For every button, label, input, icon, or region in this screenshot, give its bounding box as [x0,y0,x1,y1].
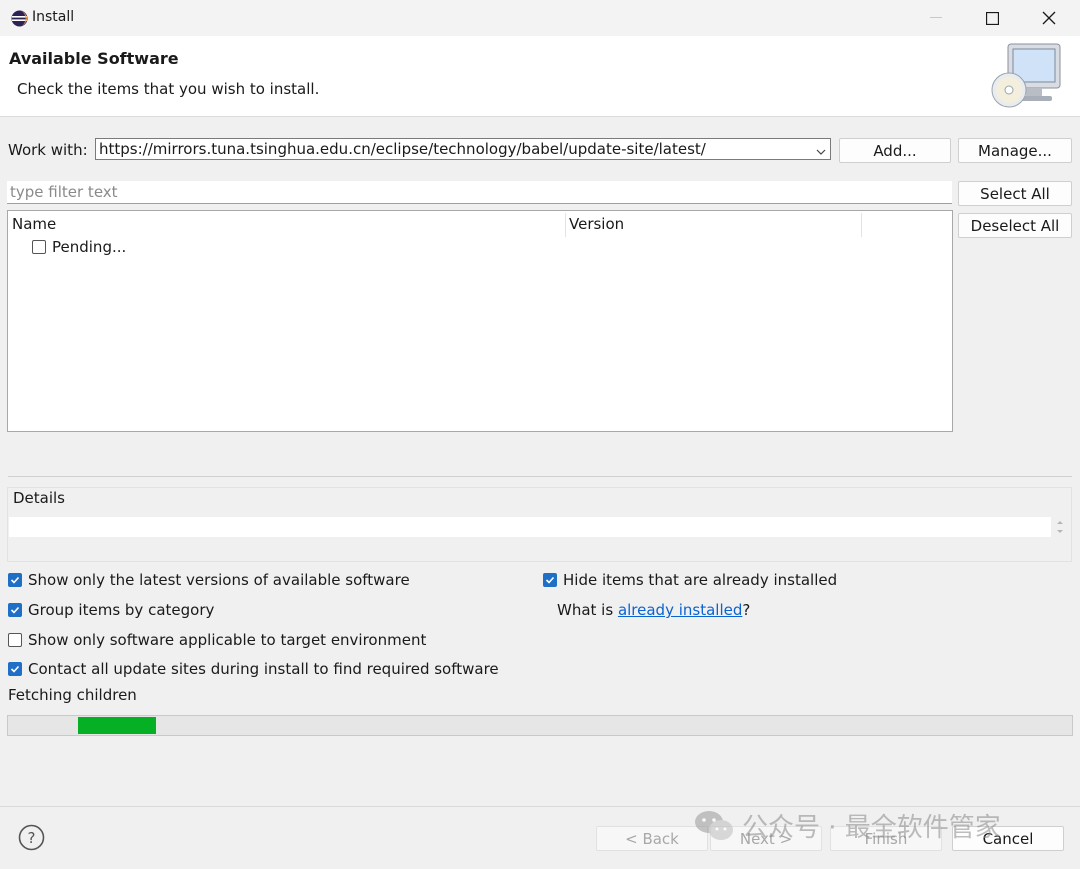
section-divider [8,476,1072,477]
what-is-prefix: What is [557,601,618,619]
target-environment-label: Show only software applicable to target … [28,631,427,649]
latest-versions-label: Show only the latest versions of availab… [28,571,410,589]
work-with-label: Work with: [8,141,88,159]
cancel-button[interactable]: Cancel [952,826,1064,851]
option-latest-versions[interactable]: Show only the latest versions of availab… [8,571,410,589]
add-site-button[interactable]: Add... [839,138,951,163]
help-icon[interactable]: ? [18,824,45,855]
footer-divider [0,806,1080,807]
checkmark-icon [10,665,20,673]
page-title: Available Software [9,49,179,68]
close-icon [1042,11,1056,25]
option-target-environment[interactable]: Show only software applicable to target … [8,631,426,649]
maximize-icon [985,11,999,25]
latest-versions-checkbox[interactable] [8,573,22,587]
option-hide-installed[interactable]: Hide items that are already installed [543,571,837,589]
eclipse-icon [11,10,28,31]
svg-text:?: ? [28,829,36,847]
checkmark-icon [545,576,555,584]
tree-item-label: Pending... [52,238,127,256]
filter-input[interactable] [7,181,952,203]
software-tree[interactable]: Name Version Pending... [7,210,953,432]
close-button[interactable] [1021,0,1077,36]
hide-installed-label: Hide items that are already installed [563,571,838,589]
work-with-combo[interactable]: https://mirrors.tuna.tsinghua.edu.cn/ecl… [95,138,831,160]
progress-fill [78,717,156,734]
details-scrollbar[interactable] [1056,519,1064,539]
column-header-version[interactable]: Version [569,215,624,233]
install-cd-icon [990,42,1062,112]
option-contact-sites[interactable]: Contact all update sites during install … [8,660,499,678]
status-text: Fetching children [8,686,137,704]
work-with-value: https://mirrors.tuna.tsinghua.edu.cn/ecl… [99,140,706,158]
manage-sites-button[interactable]: Manage... [958,138,1072,163]
what-is-suffix: ? [742,601,751,619]
what-is-installed-text: What is already installed? [557,601,750,619]
hide-installed-checkbox[interactable] [543,573,557,587]
already-installed-link[interactable]: already installed [618,601,742,619]
page-description: Check the items that you wish to install… [17,80,320,98]
deselect-all-button[interactable]: Deselect All [958,213,1072,238]
column-divider [565,213,566,237]
details-label: Details [13,489,66,507]
back-button[interactable]: < Back [596,826,708,851]
checkmark-icon [10,606,20,614]
select-all-button[interactable]: Select All [958,181,1072,206]
contact-sites-label: Contact all update sites during install … [28,660,499,678]
column-header-name[interactable]: Name [12,215,56,233]
window-title: Install [32,9,75,25]
column-divider [861,213,862,237]
finish-button[interactable]: Finish [830,826,942,851]
minimize-icon [930,17,942,18]
tree-item-checkbox[interactable] [32,240,46,254]
maximize-button[interactable] [964,0,1020,36]
details-text[interactable] [9,517,1051,537]
progress-bar [7,715,1073,736]
contact-sites-checkbox[interactable] [8,662,22,676]
dropdown-arrow-icon[interactable] [816,143,826,161]
tree-item[interactable]: Pending... [32,238,126,256]
minimize-button[interactable] [908,0,964,36]
group-by-category-label: Group items by category [28,601,215,619]
filter-field[interactable] [7,181,952,204]
group-by-category-checkbox[interactable] [8,603,22,617]
option-group-by-category[interactable]: Group items by category [8,601,214,619]
checkmark-icon [10,576,20,584]
target-environment-checkbox[interactable] [8,633,22,647]
next-button[interactable]: Next > [710,826,822,851]
